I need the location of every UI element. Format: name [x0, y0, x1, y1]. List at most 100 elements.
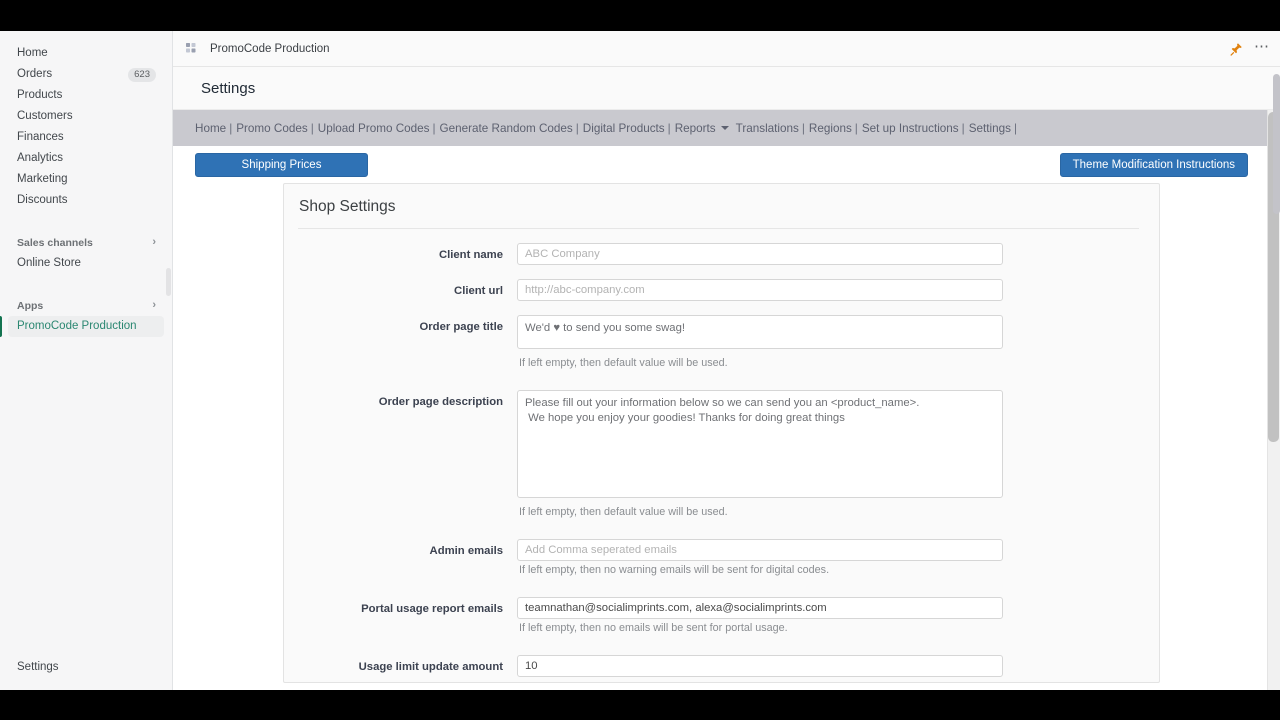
appnav-separator: |: [961, 121, 965, 135]
sidebar-item-products[interactable]: Products: [8, 85, 164, 106]
client-url-input[interactable]: [517, 279, 1003, 301]
ellipsis-icon[interactable]: ⋯: [1254, 39, 1270, 56]
apps-grid-icon: [186, 42, 199, 55]
sidebar-item-label: Products: [17, 89, 63, 101]
orders-count-badge: 623: [128, 67, 156, 82]
appnav-item-generate-random-codes[interactable]: Generate Random Codes: [440, 122, 573, 135]
sidebar-primary-nav: Home Orders 623 Products Customers Finan…: [0, 31, 172, 337]
appnav-separator: |: [801, 121, 805, 135]
sidebar-item-label: Finances: [17, 131, 64, 143]
field-label: Order page description: [378, 396, 503, 408]
field-row-client-url: Client url: [298, 279, 1139, 301]
sidebar-item-online-store[interactable]: Online Store: [8, 253, 164, 274]
appnav-item-settings[interactable]: Settings: [969, 122, 1011, 135]
sidebar-item-marketing[interactable]: Marketing: [8, 169, 164, 190]
appnav-item-translations[interactable]: Translations: [736, 122, 799, 135]
theme-modification-instructions-button[interactable]: Theme Modification Instructions: [1059, 153, 1248, 177]
appnav-item-regions[interactable]: Regions: [809, 122, 852, 135]
sidebar-footer: Settings: [0, 657, 172, 690]
sidebar-item-label: Online Store: [17, 257, 81, 269]
appnav-item-digital-products[interactable]: Digital Products: [583, 122, 665, 135]
appnav-separator: |: [229, 121, 233, 135]
browser-viewport: Home Orders 623 Products Customers Finan…: [0, 31, 1280, 690]
sidebar-item-label: Marketing: [17, 173, 68, 185]
order-page-description-textarea[interactable]: Please fill out your information below s…: [517, 390, 1003, 498]
letterbox-top: [0, 0, 1280, 31]
sidebar-item-label: Settings: [17, 661, 59, 673]
field-row-order-page-title: Order page title We'd ♥ to send you some…: [298, 315, 1139, 369]
field-hint: If left empty, then default value will b…: [519, 506, 728, 518]
sidebar-item-label: PromoCode Production: [17, 320, 137, 332]
page-scrollbar-thumb[interactable]: [1273, 74, 1280, 214]
sidebar-item-discounts[interactable]: Discounts: [8, 190, 164, 211]
pushpin-icon[interactable]: [1229, 42, 1243, 56]
shop-settings-form: Client name Client url: [298, 229, 1139, 677]
chevron-right-icon[interactable]: ›: [152, 300, 156, 311]
admin-emails-input[interactable]: [517, 539, 1003, 561]
sidebar-item-finances[interactable]: Finances: [8, 127, 164, 148]
card-title: Shop Settings: [298, 198, 1139, 229]
field-hint: If left empty, then no emails will be se…: [519, 622, 788, 634]
sidebar-item-label: Customers: [17, 110, 73, 122]
sidebar-item-orders[interactable]: Orders 623: [8, 64, 164, 85]
appnav-separator: |: [310, 121, 314, 135]
sidebar-item-label: Orders: [17, 68, 53, 80]
shop-settings-card: Shop Settings Client name Client: [283, 183, 1160, 683]
field-row-usage-limit-update-amount: Usage limit update amount: [298, 655, 1139, 677]
client-name-input[interactable]: [517, 243, 1003, 265]
letterbox-bottom: [0, 690, 1280, 720]
sidebar-divider-2: [0, 274, 172, 295]
appnav-separator: |: [1013, 121, 1017, 135]
toolbar-row: Shipping Prices Theme Modification Instr…: [173, 146, 1280, 187]
appnav-separator: |: [575, 121, 579, 135]
field-row-portal-usage-report-emails: Portal usage report emails If left empty…: [298, 597, 1139, 634]
main-content: PromoCode Production ⋯ Settings Home | P…: [173, 31, 1280, 690]
appnav-item-set-up-instructions[interactable]: Set up Instructions: [862, 122, 959, 135]
page-header: Settings: [173, 67, 1280, 110]
app-nav-bar: Home | Promo Codes | Upload Promo Codes …: [173, 110, 1280, 146]
sidebar-section-label: Apps: [17, 299, 44, 312]
sidebar-item-settings[interactable]: Settings: [8, 657, 164, 678]
field-label: Client url: [454, 285, 503, 297]
sidebar-section-label: Sales channels: [17, 236, 93, 249]
appnav-separator: |: [432, 121, 436, 135]
sidebar-item-label: Home: [17, 47, 48, 59]
appnav-item-upload-promo-codes[interactable]: Upload Promo Codes: [318, 122, 430, 135]
sidebar-section-apps[interactable]: Apps ›: [8, 295, 164, 316]
sidebar-item-home[interactable]: Home: [8, 43, 164, 64]
chevron-down-icon[interactable]: [720, 126, 729, 130]
sidebar-section-sales-channels[interactable]: Sales channels ›: [8, 232, 164, 253]
sidebar: Home Orders 623 Products Customers Finan…: [0, 31, 173, 690]
field-hint: If left empty, then default value will b…: [519, 357, 728, 369]
appnav-item-promo-codes[interactable]: Promo Codes: [236, 122, 307, 135]
appbar-actions: ⋯: [1229, 31, 1270, 67]
usage-limit-update-amount-input[interactable]: [517, 655, 1003, 677]
field-label: Usage limit update amount: [358, 661, 503, 673]
chevron-right-icon[interactable]: ›: [152, 237, 156, 248]
field-row-order-page-description: Order page description Please fill out y…: [298, 390, 1139, 518]
field-label: Admin emails: [429, 545, 503, 557]
sidebar-item-analytics[interactable]: Analytics: [8, 148, 164, 169]
order-page-title-textarea[interactable]: We'd ♥ to send you some swag!: [517, 315, 1003, 349]
appnav-item-reports[interactable]: Reports: [675, 122, 716, 135]
appnav-separator: |: [854, 121, 858, 135]
field-hint: If left empty, then no warning emails wi…: [519, 564, 830, 576]
screen: Home Orders 623 Products Customers Finan…: [0, 0, 1280, 720]
sidebar-scrollbar-thumb[interactable]: [166, 268, 171, 296]
sidebar-divider-1: [0, 211, 172, 232]
app-topbar: PromoCode Production ⋯: [173, 31, 1280, 67]
appnav-item-home[interactable]: Home: [195, 122, 226, 135]
sidebar-item-label: Discounts: [17, 194, 68, 206]
field-label: Portal usage report emails: [361, 603, 503, 615]
sidebar-item-promocode-production[interactable]: PromoCode Production: [0, 316, 164, 337]
field-row-admin-emails: Admin emails If left empty, then no warn…: [298, 539, 1139, 576]
sidebar-item-label: Analytics: [17, 152, 64, 164]
shipping-prices-button[interactable]: Shipping Prices: [195, 153, 368, 177]
field-label: Order page title: [419, 321, 504, 333]
portal-usage-report-emails-input[interactable]: [517, 597, 1003, 619]
embedded-app-frame: Home | Promo Codes | Upload Promo Codes …: [173, 110, 1280, 690]
field-label: Client name: [438, 249, 503, 261]
appnav-separator: |: [667, 121, 671, 135]
page-title: Settings: [201, 79, 256, 97]
sidebar-item-customers[interactable]: Customers: [8, 106, 164, 127]
